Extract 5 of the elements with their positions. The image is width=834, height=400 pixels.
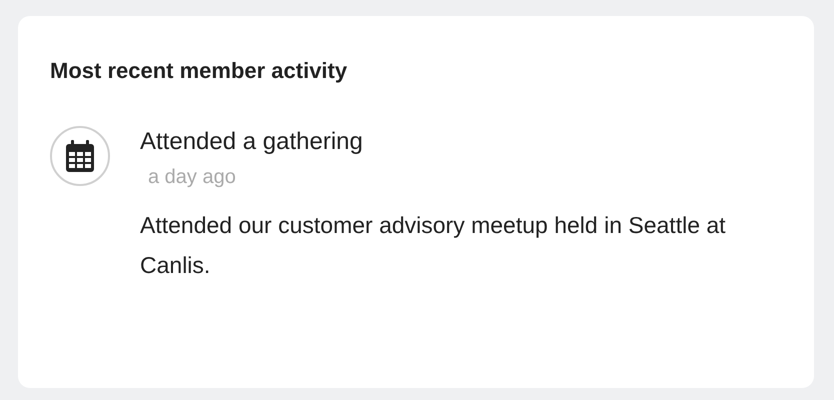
activity-time: a day ago	[148, 166, 237, 189]
activity-description: Attended our customer advisory meetup held in Seattle at Canlis.	[140, 210, 727, 280]
calendar-icon	[66, 140, 94, 172]
card-title: Most recent member activity	[50, 60, 348, 82]
activity-title: Attended a gathering	[140, 128, 364, 157]
